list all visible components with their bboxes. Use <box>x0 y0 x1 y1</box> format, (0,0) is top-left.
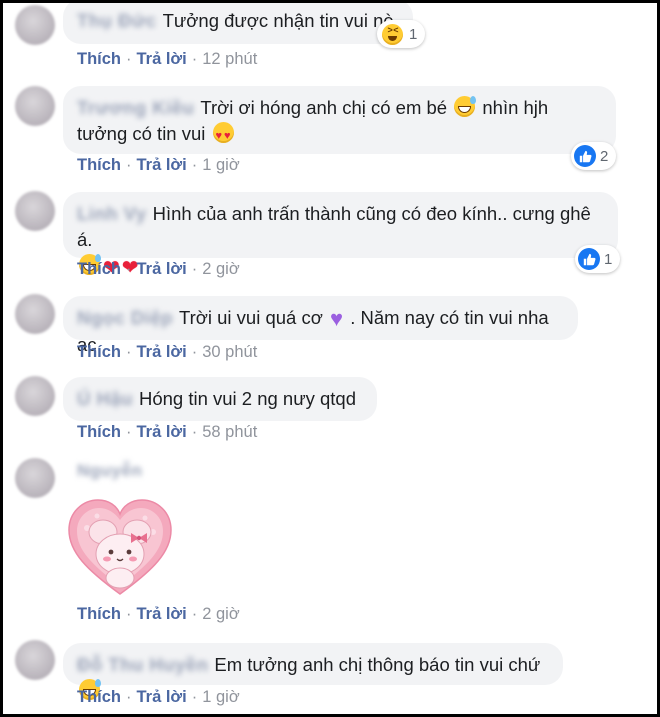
comment-bubble: Ngọc Diệp Trời ui vui quá cơ ♥ . Năm nay … <box>63 296 578 355</box>
comment-author[interactable]: Linh Vy <box>77 201 147 227</box>
reply-link[interactable]: Trả lời <box>137 156 187 174</box>
comment-actions: Thích · Trả lời · 30 phút <box>77 343 258 361</box>
avatar[interactable] <box>15 376 55 416</box>
reply-link[interactable]: Trả lời <box>137 423 187 441</box>
comment-text: Trời ui vui quá cơ <box>178 307 323 328</box>
comment-time[interactable]: 2 giờ <box>202 605 239 623</box>
reaction-count-value: 2 <box>600 147 609 165</box>
comment-actions: Thích · Trả lời · 12 phút <box>77 50 258 68</box>
comment-time[interactable]: 1 giờ <box>202 688 239 706</box>
comment-time[interactable]: 12 phút <box>202 50 257 68</box>
avatar[interactable] <box>15 86 55 126</box>
reaction-count[interactable]: 2 <box>571 142 617 170</box>
reply-link[interactable]: Trả lời <box>137 260 187 278</box>
reaction-count[interactable]: 1 <box>575 245 621 273</box>
like-link[interactable]: Thích <box>77 688 121 706</box>
comment-author[interactable]: Nguyễn <box>77 461 142 481</box>
avatar[interactable] <box>15 191 55 231</box>
reply-link[interactable]: Trả lời <box>137 688 187 706</box>
comment-text: Em tưởng anh chị thông báo tin vui chứ <box>214 654 541 675</box>
comment-bubble: Thụ Đức Tưởng được nhận tin vui nè <box>63 3 413 44</box>
reaction-count-value: 1 <box>409 25 418 43</box>
comment-text: Tưởng được nhận tin vui nè <box>162 10 394 31</box>
comment-author[interactable]: Ngọc Diệp <box>77 305 173 331</box>
comment-actions: Thích · Trả lời · 2 giờ <box>77 605 240 623</box>
comment-text: Hóng tin vui 2 ng nưy qtqd <box>138 388 357 409</box>
like-link[interactable]: Thích <box>77 156 121 174</box>
comment-bubble: Đỗ Thu Huyền Em tưởng anh chị thông báo t… <box>63 643 563 700</box>
comment-time[interactable]: 1 giờ <box>202 156 239 174</box>
comment-actions: Thích · Trả lời · 58 phút <box>77 423 258 441</box>
comment-time[interactable]: 30 phút <box>202 343 257 361</box>
avatar[interactable] <box>15 5 55 45</box>
comment-actions: Thích · Trả lời · 2 giờ <box>77 260 240 278</box>
comment-author[interactable]: Đỗ Thu Huyền <box>77 652 208 678</box>
avatar[interactable] <box>15 294 55 334</box>
comment-author[interactable]: Trương Kiều <box>77 95 194 121</box>
comment-actions: Thích · Trả lời · 1 giờ <box>77 156 240 174</box>
reply-link[interactable]: Trả lời <box>137 50 187 68</box>
heart-eyes-emoji <box>212 122 234 149</box>
grinning-sweat-emoji <box>454 96 477 117</box>
like-link[interactable]: Thích <box>77 260 121 278</box>
like-link[interactable]: Thích <box>77 343 121 361</box>
comment-thread: Thụ ĐứcTưởng được nhận tin vui nè 1 Thíc… <box>0 0 660 717</box>
purple-heart-emoji: ♥ <box>330 306 344 331</box>
comment-text: Trời ơi hóng anh chị có em bé <box>200 97 448 118</box>
like-link[interactable]: Thích <box>77 423 121 441</box>
comment-bubble: Ú Hậu Hóng tin vui 2 ng nưy qtqd <box>63 377 377 421</box>
squinting-laughing-emoji <box>382 23 403 45</box>
reaction-count[interactable]: 1 <box>377 20 426 48</box>
like-icon <box>574 145 596 167</box>
comment-actions: Thích · Trả lời · 1 giờ <box>77 688 240 706</box>
comment-author[interactable]: Thụ Đức <box>77 8 157 34</box>
like-link[interactable]: Thích <box>77 605 121 623</box>
avatar[interactable] <box>15 458 55 498</box>
like-icon <box>578 248 600 270</box>
comment-author[interactable]: Ú Hậu <box>77 386 133 412</box>
comment-bubble: Linh Vy Hình của anh trấn thành cũng có đ… <box>63 192 618 279</box>
comment-time[interactable]: 2 giờ <box>202 260 239 278</box>
like-link[interactable]: Thích <box>77 50 121 68</box>
reply-link[interactable]: Trả lời <box>137 343 187 361</box>
comment-bubble: Trương Kiều Trời ơi hóng anh chị có em bé… <box>63 86 616 154</box>
comment-text: Hình của anh trấn thành cũng có đeo kính… <box>77 203 591 250</box>
pink-bunny-heart-sticker[interactable] <box>67 498 173 603</box>
reaction-count-value: 1 <box>604 250 613 268</box>
reply-link[interactable]: Trả lời <box>137 605 187 623</box>
comment-time[interactable]: 58 phút <box>202 423 257 441</box>
avatar[interactable] <box>15 640 55 680</box>
